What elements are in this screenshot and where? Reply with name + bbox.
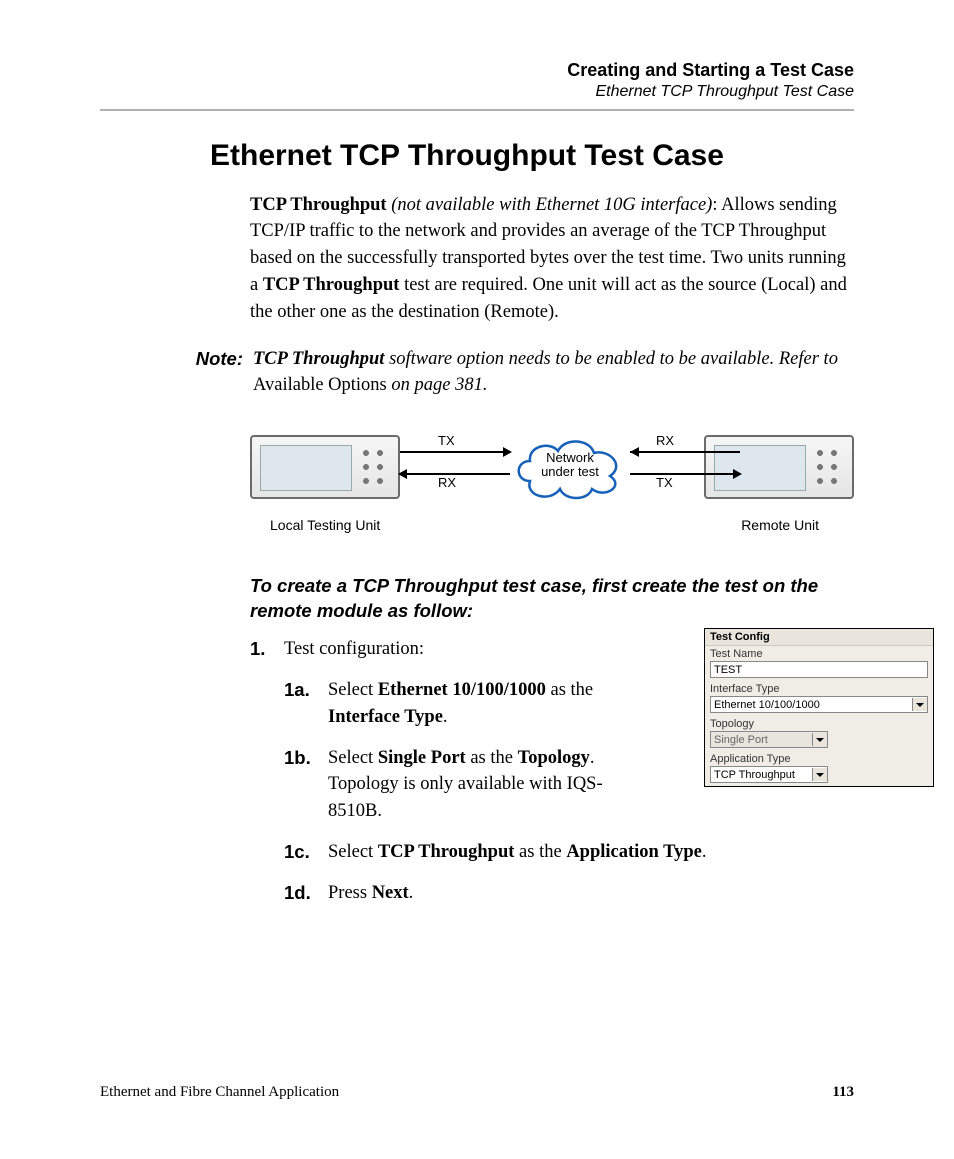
substep-number: 1a. (284, 677, 328, 731)
step-number: 1. (250, 636, 284, 921)
chevron-down-icon (912, 698, 927, 711)
note-italic2: on page 381. (387, 375, 488, 395)
local-unit-icon (250, 435, 400, 499)
intro-lead-bold: TCP Throughput (250, 195, 387, 215)
arrow-head-icon (733, 469, 742, 479)
test-config-panel: Test Config Test Name TEST Interface Typ… (704, 628, 934, 787)
page-header: Creating and Starting a Test Case Ethern… (100, 60, 854, 101)
page-title: Ethernet TCP Throughput Test Case (210, 139, 854, 173)
footer-left: Ethernet and Fibre Channel Application (100, 1084, 339, 1101)
chevron-down-icon (812, 733, 827, 746)
intro-paragraph: TCP Throughput (not available with Ether… (250, 192, 854, 326)
cloud-line1: Network (546, 450, 594, 465)
interface-type-label: Interface Type (705, 681, 933, 696)
substep-body: Select TCP Throughput as the Application… (328, 839, 854, 866)
chevron-down-icon (812, 768, 827, 781)
note-label: Note: (178, 346, 253, 400)
test-name-label: Test Name (705, 646, 933, 661)
intro-lead-italic: (not available with Ethernet 10G interfa… (387, 195, 713, 215)
instruction-heading: To create a TCP Throughput test case, fi… (250, 574, 854, 624)
substep-1d: 1d. Press Next. (284, 880, 854, 907)
application-type-label: Application Type (705, 751, 933, 766)
substep-body: Select Ethernet 10/100/1000 as the Inter… (328, 677, 638, 731)
test-name-input[interactable]: TEST (710, 661, 928, 678)
tx-label: TX (656, 475, 673, 490)
arrow-head-icon (398, 469, 407, 479)
cloud-label: Network under test (512, 451, 628, 480)
arrow-line (630, 451, 740, 453)
note-italic1: software option needs to be enabled to b… (384, 349, 838, 369)
substep-1c: 1c. Select TCP Throughput as the Applica… (284, 839, 854, 866)
interface-type-select[interactable]: Ethernet 10/100/1000 (710, 696, 928, 713)
page-footer: Ethernet and Fibre Channel Application 1… (100, 1078, 854, 1101)
topology-select[interactable]: Single Port (710, 731, 828, 748)
arrow-line (400, 451, 510, 453)
chapter-title: Creating and Starting a Test Case (100, 60, 854, 81)
header-rule (100, 109, 854, 111)
remote-unit-label: Remote Unit (741, 517, 819, 533)
substep-number: 1b. (284, 745, 328, 825)
note-body: TCP Throughput software option needs to … (253, 346, 854, 400)
topology-diagram: TX RX RX TX Network under test Local Tes… (250, 429, 854, 549)
rx-label: RX (438, 475, 456, 490)
panel-title: Test Config (705, 629, 933, 646)
rx-label: RX (656, 433, 674, 448)
page-number: 113 (832, 1084, 854, 1101)
intro-mid-bold: TCP Throughput (263, 275, 400, 295)
step-text: Test configuration: (284, 639, 424, 659)
local-unit-label: Local Testing Unit (270, 517, 380, 533)
application-type-select[interactable]: TCP Throughput (710, 766, 828, 783)
topology-label: Topology (705, 716, 933, 731)
note-row: Note: TCP Throughput software option nee… (178, 346, 854, 400)
note-plain: Available Options (253, 375, 387, 395)
remote-unit-icon (704, 435, 854, 499)
cloud-line2: under test (541, 464, 599, 479)
substep-number: 1d. (284, 880, 328, 907)
substep-body: Press Next. (328, 880, 854, 907)
substep-body: Select Single Port as the Topology. Topo… (328, 745, 638, 825)
substep-number: 1c. (284, 839, 328, 866)
tx-label: TX (438, 433, 455, 448)
arrow-line (630, 473, 740, 475)
arrow-head-icon (630, 447, 639, 457)
section-title: Ethernet TCP Throughput Test Case (100, 83, 854, 101)
note-bold: TCP Throughput (253, 349, 384, 369)
